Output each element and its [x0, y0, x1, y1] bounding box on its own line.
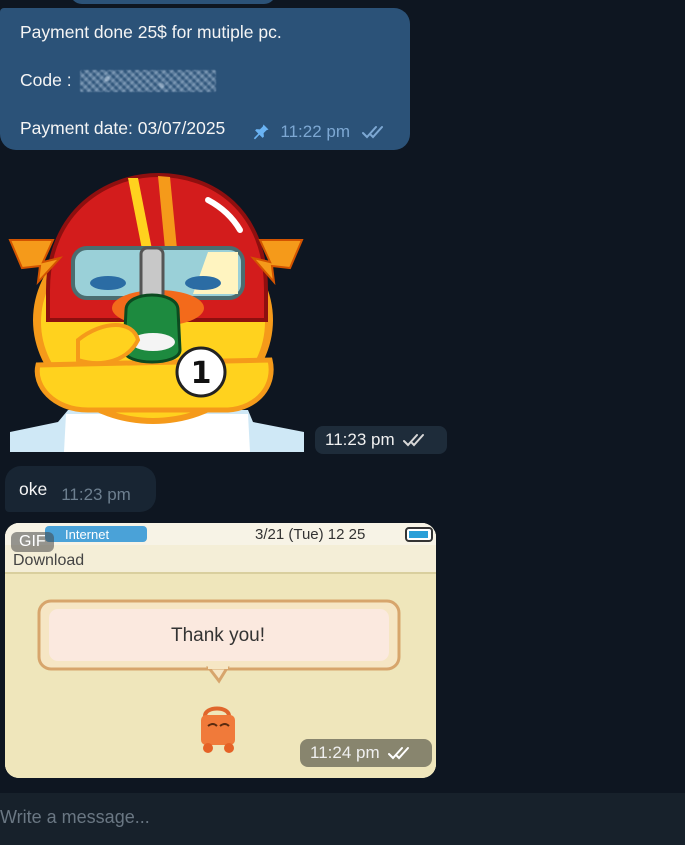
gif-status-date: 3/21 (Tue) 12 25	[255, 526, 365, 543]
gif-message[interactable]: Internet 3/21 (Tue) 12 25 Download Thank…	[5, 523, 436, 778]
pin-icon	[254, 124, 269, 140]
payment-text: Payment done 25$ for mutiple pc.	[20, 22, 282, 42]
gif-header-text: Download	[13, 552, 84, 569]
chat-history[interactable]: Payment done 25$ for mutiple pc. Code : …	[0, 0, 685, 793]
message-input[interactable]	[0, 803, 600, 831]
message-time: 11:22 pm	[280, 122, 350, 141]
sticker-number-badge: 1	[191, 356, 212, 391]
payment-message-bubble[interactable]: Payment done 25$ for mutiple pc. Code : …	[0, 8, 410, 150]
sticker-time-pill: 11:23 pm	[315, 426, 447, 454]
message-composer	[0, 793, 685, 845]
gif-time: 11:24 pm	[310, 743, 380, 762]
gif-time-pill: 11:24 pm	[300, 739, 432, 767]
spoiler-code[interactable]	[80, 70, 217, 93]
message-text: oke	[19, 478, 48, 499]
previous-message-bubble[interactable]	[70, 0, 276, 4]
sticker-time: 11:23 pm	[325, 430, 395, 449]
gif-speech-text: Thank you!	[171, 625, 265, 646]
gif-status-app: Internet	[65, 527, 109, 542]
message-meta: 11:22 pm	[252, 120, 388, 144]
message-time: 11:23 pm	[61, 485, 131, 504]
oke-message-bubble[interactable]: oke 11:23 pm	[5, 466, 156, 512]
code-label: Code :	[20, 70, 72, 90]
double-check-icon	[387, 747, 409, 760]
double-check-icon	[362, 126, 383, 139]
duck-sticker[interactable]: 1	[8, 170, 304, 454]
gif-badge: GIF	[11, 532, 54, 552]
code-line: Code :	[20, 68, 390, 93]
double-check-icon	[402, 434, 424, 447]
